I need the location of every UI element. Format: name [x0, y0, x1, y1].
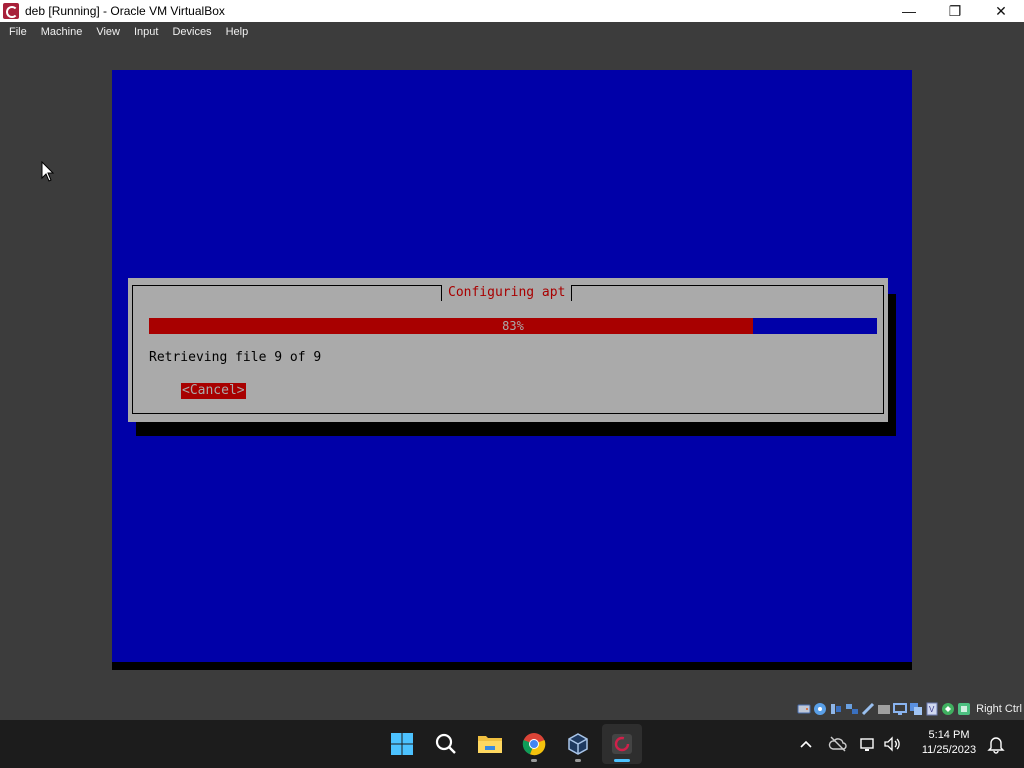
- taskbar-search[interactable]: [426, 724, 466, 764]
- notification-bell-icon[interactable]: [986, 734, 1006, 754]
- taskbar-debian-vm[interactable]: [602, 724, 642, 764]
- cloud-offline-icon[interactable]: [828, 734, 848, 754]
- search-icon: [435, 733, 456, 754]
- window-titlebar: deb [Running] - Oracle VM VirtualBox — ❐…: [0, 0, 1024, 22]
- dialog-title: Configuring apt: [441, 285, 573, 301]
- window-title: deb [Running] - Oracle VM VirtualBox: [25, 4, 225, 18]
- chevron-up-icon[interactable]: [796, 734, 816, 754]
- menu-help[interactable]: Help: [221, 26, 254, 38]
- shared-folders-icon[interactable]: [877, 702, 891, 716]
- vm-display[interactable]: Configuring apt 83% Retrieving file 9 of…: [112, 70, 912, 670]
- vm-bottom-strip: [112, 662, 912, 670]
- volume-icon[interactable]: [882, 734, 902, 754]
- window-controls: — ❐ ✕: [886, 0, 1024, 22]
- taskbar-start[interactable]: [382, 724, 422, 764]
- active-indicator: [614, 759, 630, 762]
- network-tray-icon[interactable]: [858, 734, 878, 754]
- keyboard-icon[interactable]: [957, 702, 971, 716]
- status-message: Retrieving file 9 of 9: [149, 350, 322, 365]
- audio-icon[interactable]: [829, 702, 843, 716]
- optical-drive-icon[interactable]: [813, 702, 827, 716]
- menu-input[interactable]: Input: [129, 26, 163, 38]
- debian-app-icon: [3, 3, 19, 19]
- clock-time: 5:14 PM: [928, 729, 970, 741]
- menu-machine[interactable]: Machine: [36, 26, 88, 38]
- virtualbox-manager-icon: [568, 733, 588, 755]
- menu-bar: File Machine View Input Devices Help: [0, 22, 1024, 42]
- vbox-status-bar: V Right Ctrl: [797, 698, 1024, 720]
- network-icon[interactable]: [845, 702, 859, 716]
- file-explorer-icon: [478, 736, 502, 753]
- menu-view[interactable]: View: [91, 26, 125, 38]
- close-button[interactable]: ✕: [978, 0, 1024, 22]
- taskbar-virtualbox-manager[interactable]: [558, 724, 598, 764]
- debian-vm-icon: [612, 734, 632, 754]
- clock[interactable]: 5:14 PM 11/25/2023: [915, 728, 983, 758]
- installer-dialog: Configuring apt 83% Retrieving file 9 of…: [128, 278, 888, 422]
- cpu-icon[interactable]: V: [925, 702, 939, 716]
- cancel-button[interactable]: <Cancel>: [181, 383, 246, 399]
- maximize-button[interactable]: ❐: [932, 0, 978, 22]
- menu-devices[interactable]: Devices: [167, 26, 216, 38]
- menu-file[interactable]: File: [4, 26, 32, 38]
- chrome-icon: [522, 733, 546, 756]
- display-icon[interactable]: [893, 702, 908, 716]
- hard-disk-icon[interactable]: [797, 702, 811, 716]
- taskbar-chrome[interactable]: [514, 724, 554, 764]
- clock-date: 11/25/2023: [921, 744, 977, 756]
- dialog-frame: Configuring apt 83% Retrieving file 9 of…: [132, 285, 884, 414]
- video-capture-icon[interactable]: [909, 702, 923, 716]
- minimize-button[interactable]: —: [886, 0, 932, 22]
- system-tray: [796, 720, 902, 768]
- mouse-cursor-icon: [41, 161, 55, 182]
- mouse-integration-icon[interactable]: [941, 702, 955, 716]
- host-key-label: Right Ctrl: [976, 703, 1022, 715]
- svg-text:V: V: [929, 705, 935, 714]
- usb-icon[interactable]: [861, 702, 875, 716]
- windows-taskbar: 5:14 PM 11/25/2023: [0, 720, 1024, 768]
- taskbar-file-explorer[interactable]: [470, 724, 510, 764]
- progress-bar: 83%: [149, 318, 877, 334]
- running-indicator: [531, 759, 537, 762]
- running-indicator: [575, 759, 581, 762]
- start-icon: [391, 733, 413, 755]
- progress-percent-label: 83%: [502, 319, 524, 333]
